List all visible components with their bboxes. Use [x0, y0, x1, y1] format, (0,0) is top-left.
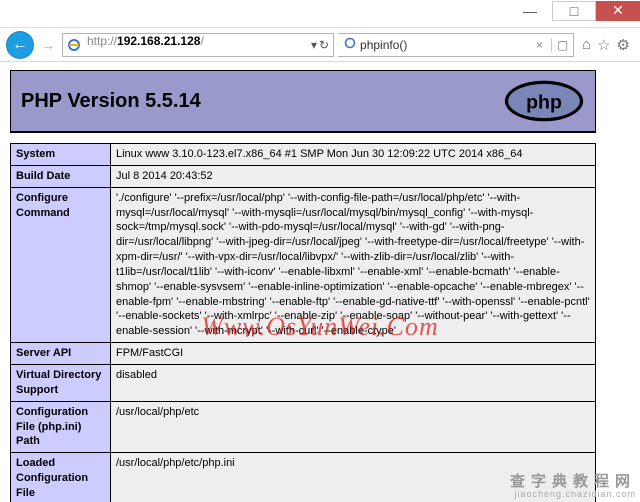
tab-bar: phpinfo() × ▢ [338, 33, 574, 57]
loaded-config-key: Loaded Configuration File [11, 453, 111, 502]
system-key: System [11, 144, 111, 166]
config-path-value: /usr/local/php/etc [111, 401, 596, 453]
settings-gear-icon[interactable]: ⚙ [617, 36, 630, 54]
url-host: 192.168.21.128 [117, 34, 200, 48]
url-path: / [200, 34, 203, 48]
tab-close-icon[interactable]: × [536, 38, 543, 52]
table-row: Configure Command './configure' '--prefi… [11, 187, 596, 342]
address-bar[interactable]: http://192.168.21.128/ ▾ ↻ [62, 33, 334, 57]
window-close-button[interactable]: ✕ [596, 1, 640, 21]
window-minimize-button[interactable]: — [508, 1, 552, 21]
tab-phpinfo[interactable]: phpinfo() × [338, 34, 551, 56]
system-value: Linux www 3.10.0-123.el7.x86_64 #1 SMP M… [111, 144, 596, 166]
window-titlebar: — □ ✕ [0, 0, 640, 28]
page-viewport: PHP Version 5.5.14 php System Linux www … [0, 62, 640, 502]
virtual-dir-key: Virtual Directory Support [11, 364, 111, 401]
url-prefix: http:// [87, 34, 117, 48]
table-row: System Linux www 3.10.0-123.el7.x86_64 #… [11, 144, 596, 166]
url-dropdown-icon[interactable]: ▾ [311, 38, 317, 52]
table-row: Loaded Configuration File /usr/local/php… [11, 453, 596, 502]
table-row: Configuration File (php.ini) Path /usr/l… [11, 401, 596, 453]
window-maximize-button[interactable]: □ [552, 1, 596, 21]
nav-back-button[interactable]: ← [6, 31, 34, 59]
url-input[interactable]: http://192.168.21.128/ [85, 34, 307, 56]
server-api-value: FPM/FastCGI [111, 343, 596, 365]
browser-navbar: ← → http://192.168.21.128/ ▾ ↻ phpinfo()… [0, 28, 640, 62]
new-tab-button[interactable]: ▢ [551, 38, 573, 52]
refresh-icon[interactable]: ↻ [319, 38, 329, 52]
build-date-key: Build Date [11, 165, 111, 187]
php-version-title: PHP Version 5.5.14 [21, 90, 201, 113]
nav-forward-button[interactable]: → [38, 35, 58, 55]
server-api-key: Server API [11, 343, 111, 365]
table-row: Virtual Directory Support disabled [11, 364, 596, 401]
svg-text:php: php [526, 91, 562, 113]
loaded-config-value: /usr/local/php/etc/php.ini [111, 453, 596, 502]
ie-favicon-icon [63, 38, 85, 52]
configure-command-value: './configure' '--prefix=/usr/local/php' … [111, 187, 596, 342]
table-row: Server API FPM/FastCGI [11, 343, 596, 365]
virtual-dir-value: disabled [111, 364, 596, 401]
php-logo-icon: php [503, 79, 585, 123]
browser-tools: ⌂ ☆ ⚙ [578, 36, 634, 54]
php-header-box: PHP Version 5.5.14 php [10, 70, 596, 133]
tab-favicon-icon [344, 37, 356, 52]
config-path-key: Configuration File (php.ini) Path [11, 401, 111, 453]
configure-command-key: Configure Command [11, 187, 111, 342]
phpinfo-table: System Linux www 3.10.0-123.el7.x86_64 #… [10, 143, 596, 502]
favorites-icon[interactable]: ☆ [597, 36, 610, 54]
home-icon[interactable]: ⌂ [582, 36, 591, 54]
build-date-value: Jul 8 2014 20:43:52 [111, 165, 596, 187]
tab-title: phpinfo() [360, 38, 407, 52]
table-row: Build Date Jul 8 2014 20:43:52 [11, 165, 596, 187]
